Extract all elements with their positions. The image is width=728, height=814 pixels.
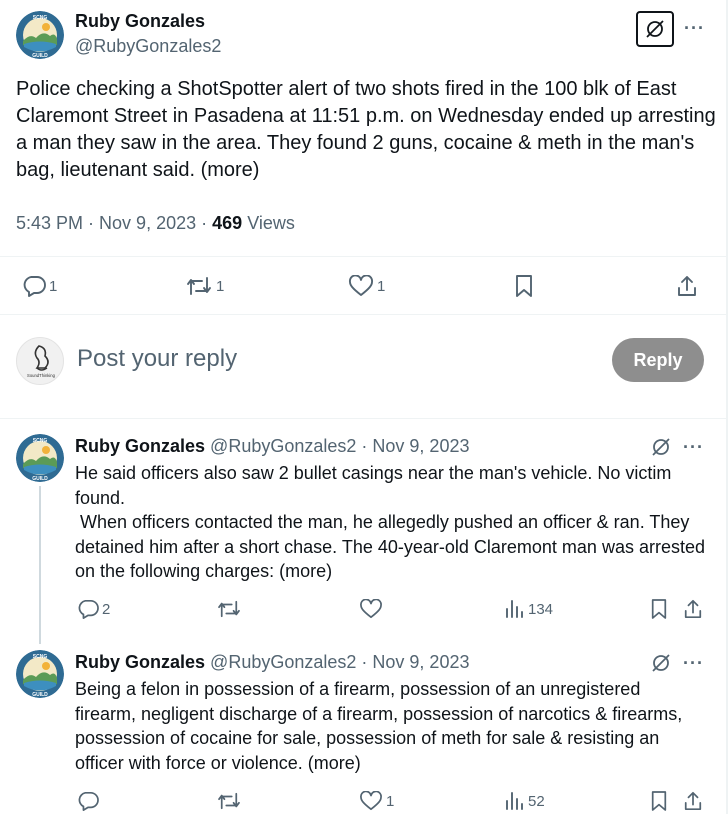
reply-button[interactable]: 2 [77,599,110,619]
heart-icon [360,791,382,811]
author-name[interactable]: Ruby Gonzales [75,11,205,32]
thread-connector [39,486,41,644]
reply-author-name[interactable]: Ruby Gonzales [75,436,205,456]
divider [0,314,726,315]
reply-paragraph: Being a felon in possession of a firearm… [75,679,688,773]
bookmark-button[interactable] [650,790,668,812]
retweet-icon [218,792,240,810]
svg-text:GUILD: GUILD [32,692,48,698]
divider [0,256,726,257]
bookmark-icon [651,791,667,811]
bookmark-icon [516,275,532,297]
retweet-count: 1 [216,277,225,295]
bookmark-button[interactable] [650,598,668,620]
svg-text:GUILD: GUILD [32,476,48,482]
reply-button[interactable] [77,791,99,811]
like-button[interactable]: 1 [348,275,385,297]
retweet-button[interactable] [216,791,242,811]
like-count: 1 [386,792,395,810]
grok-button[interactable] [636,11,674,47]
more-options-icon[interactable]: ··· [683,437,704,458]
views-count: 52 [528,792,545,810]
bookmark-button[interactable] [514,274,534,298]
meta-separator: · [356,436,373,456]
views-label: Views [247,213,295,233]
retweet-button[interactable] [216,599,242,619]
views-button[interactable]: 52 [505,791,545,811]
composer-avatar: SoundThinking [16,337,64,385]
heart-icon [360,599,382,619]
like-button[interactable]: 1 [359,791,394,811]
retweet-button[interactable]: 1 [185,275,224,297]
reply-icon [78,599,99,619]
author-avatar[interactable]: SCNG GUILD [16,11,64,59]
reply-author-name[interactable]: Ruby Gonzales [75,652,205,672]
reply-icon [78,791,99,811]
svg-text:SCNG: SCNG [33,438,48,444]
share-icon [678,276,696,296]
views-button[interactable]: 134 [505,599,553,619]
reply-count: 2 [102,600,111,618]
meta-separator: · [196,213,213,233]
reply-text: Being a felon in possession of a firearm… [75,677,705,775]
share-icon [684,599,702,619]
meta-separator: · [356,652,373,672]
more-options-icon[interactable]: ··· [684,18,705,39]
reply-count: 1 [49,277,58,295]
grok-button[interactable] [651,437,671,462]
composer-avatar-label: SoundThinking [27,373,56,378]
grok-icon [652,438,670,456]
heart-icon [349,275,373,296]
more-options-icon[interactable]: ··· [683,653,704,674]
reply-paragraph: When officers contacted the man, he alle… [75,512,710,581]
like-count: 1 [377,277,386,295]
reply-author-handle[interactable]: @RubyGonzales2 [210,436,356,456]
tweet-date[interactable]: Nov 9, 2023 [99,213,196,233]
reply-button[interactable]: 1 [22,275,57,297]
meta-separator: · [83,213,100,233]
avatar-text-bottom: GUILD [32,53,48,59]
like-button[interactable] [359,599,383,619]
reply-submit-button[interactable]: Reply [612,338,704,382]
views-count: 134 [528,600,554,618]
svg-text:SCNG: SCNG [33,654,48,660]
share-button[interactable] [676,274,698,298]
reply-paragraph: He said officers also saw 2 bullet casin… [75,463,677,508]
share-button[interactable] [683,598,703,620]
reply-date[interactable]: Nov 9, 2023 [372,436,469,456]
reply-date[interactable]: Nov 9, 2023 [372,652,469,672]
tweet-text: Police checking a ShotSpotter alert of t… [16,78,716,181]
tweet-meta: 5:43 PM · Nov 9, 2023 · 469 Views [16,213,295,234]
grok-icon [652,654,670,672]
reply-icon [23,276,46,297]
tweet-time[interactable]: 5:43 PM [16,213,83,233]
grok-button[interactable] [651,653,671,678]
bookmark-icon [651,599,667,619]
share-icon [684,791,702,811]
grok-icon [646,20,664,38]
author-handle[interactable]: @RubyGonzales2 [75,36,221,57]
views-icon [506,600,523,618]
reply-author-avatar[interactable]: SCNG GUILD [16,650,64,698]
retweet-icon [187,277,211,295]
reply-author-handle[interactable]: @RubyGonzales2 [210,652,356,672]
divider [0,418,726,419]
retweet-icon [218,600,240,618]
reply-author-avatar[interactable]: SCNG GUILD [16,434,64,482]
reply-input[interactable]: Post your reply [77,345,237,373]
views-count: 469 [212,213,243,233]
reply-header: Ruby Gonzales @RubyGonzales2 · Nov 9, 20… [75,436,469,457]
avatar-text-top: SCNG [33,15,48,21]
share-button[interactable] [683,790,703,812]
reply-text: He said officers also saw 2 bullet casin… [75,461,705,584]
views-icon [506,792,523,810]
reply-header: Ruby Gonzales @RubyGonzales2 · Nov 9, 20… [75,652,469,673]
